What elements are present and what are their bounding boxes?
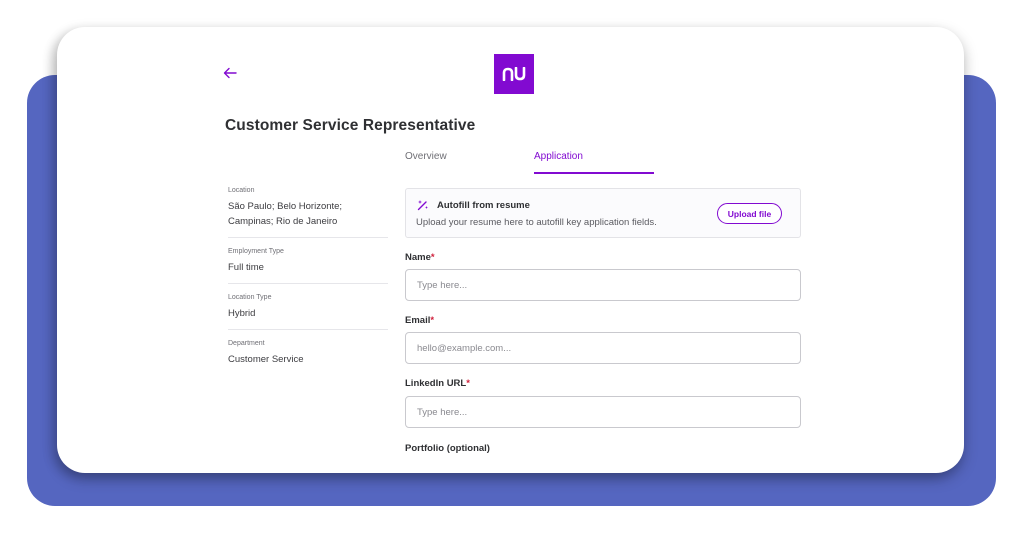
detail-value: Customer Service — [228, 354, 304, 365]
detail-value: São Paulo; Belo Horizonte; Campinas; Rio… — [228, 201, 343, 227]
detail-department: Department Customer Service — [228, 340, 388, 375]
detail-value: Hybrid — [228, 308, 256, 319]
tab-overview[interactable]: Overview — [405, 151, 447, 162]
tab-bar: Overview Application — [405, 151, 805, 175]
name-input[interactable] — [405, 269, 801, 301]
email-label: Email* — [405, 315, 434, 326]
tab-application[interactable]: Application — [534, 151, 583, 162]
active-tab-indicator — [534, 172, 654, 174]
email-label-text: Email — [405, 315, 431, 326]
linkedin-label-text: LinkedIn URL — [405, 378, 467, 389]
required-mark: * — [466, 378, 470, 389]
detail-location: Location São Paulo; Belo Horizonte; Camp… — [228, 187, 388, 238]
autofill-panel: Autofill from resume Upload your resume … — [405, 188, 801, 238]
portfolio-label: Portfolio (optional) — [405, 443, 490, 454]
job-details: Location São Paulo; Belo Horizonte; Camp… — [228, 187, 388, 385]
detail-employment-type: Employment Type Full time — [228, 248, 388, 284]
nu-logo-icon — [502, 67, 526, 81]
required-mark: * — [430, 252, 435, 263]
detail-value: Full time — [228, 262, 264, 273]
required-mark: * — [430, 315, 435, 326]
linkedin-label: LinkedIn URL* — [405, 378, 470, 389]
detail-location-type: Location Type Hybrid — [228, 294, 388, 330]
job-title: Customer Service Representative — [225, 117, 476, 134]
email-input[interactable] — [405, 332, 801, 364]
autofill-description: Upload your resume here to autofill key … — [416, 217, 657, 228]
nubank-logo[interactable] — [494, 54, 534, 94]
detail-label: Employment Type — [228, 248, 284, 255]
arrow-left-icon[interactable] — [223, 67, 237, 79]
detail-label: Department — [228, 340, 265, 347]
name-label: Name* — [405, 252, 435, 263]
magic-wand-icon — [417, 200, 428, 211]
autofill-title: Autofill from resume — [437, 200, 530, 211]
upload-file-button[interactable]: Upload file — [717, 203, 782, 224]
detail-label: Location Type — [228, 294, 272, 301]
name-label-text: Name — [405, 252, 431, 263]
application-page: Customer Service Representative Overview… — [57, 27, 964, 473]
detail-label: Location — [228, 187, 255, 194]
linkedin-url-input[interactable] — [405, 396, 801, 428]
